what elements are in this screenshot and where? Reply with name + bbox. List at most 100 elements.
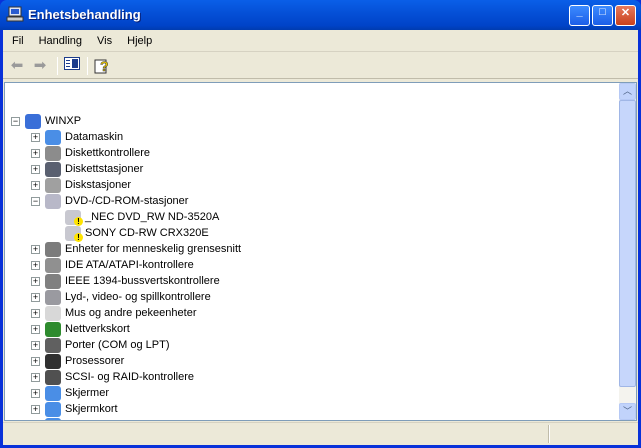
back-arrow-icon[interactable]: ⬅ — [8, 57, 26, 75]
menu-fil[interactable]: Fil — [3, 32, 30, 51]
tree-item-label: Skjermer — [65, 387, 110, 399]
expand-icon[interactable]: + — [31, 180, 40, 190]
ieee1394-icon — [45, 273, 61, 289]
toolbar-separator — [87, 57, 88, 75]
menu-vis[interactable]: Vis — [88, 32, 118, 51]
tree-item[interactable]: + Diskettkontrollere — [31, 145, 150, 161]
tree-item[interactable]: + Lyd-, video- og spillkontrollere — [31, 289, 211, 305]
tree-item[interactable]: − DVD-/CD-ROM-stasjoner — [31, 193, 188, 209]
tree-item-label: Nettverkskort — [65, 323, 130, 335]
collapse-icon[interactable]: − — [31, 196, 40, 206]
status-divider — [548, 425, 550, 443]
tree-item-label: Systemenheter — [65, 419, 139, 420]
expand-icon[interactable]: + — [31, 292, 40, 302]
tree-item[interactable]: + Enheter for menneskelig grensesnitt — [31, 241, 241, 257]
scroll-thumb[interactable] — [619, 100, 636, 387]
tree-item-label: Diskettstasjoner — [65, 163, 144, 175]
help-properties-icon[interactable]: ? — [93, 57, 111, 75]
tree-item[interactable]: + SCSI- og RAID-kontrollere — [31, 369, 194, 385]
title-bar[interactable]: Enhetsbehandling _ □ ✕ — [0, 0, 641, 30]
expand-icon[interactable]: + — [31, 244, 40, 254]
maximize-button[interactable]: □ — [592, 5, 613, 26]
port-icon — [45, 337, 61, 353]
tree-item-label: SONY CD-RW CRX320E — [85, 227, 209, 239]
expand-icon[interactable]: + — [31, 340, 40, 350]
expand-icon[interactable]: + — [31, 308, 40, 318]
expand-icon[interactable]: + — [31, 276, 40, 286]
tree-item[interactable]: + Porter (COM og LPT) — [31, 337, 170, 353]
menu-handling[interactable]: Handling — [30, 32, 88, 51]
tree-item-label: Datamaskin — [65, 131, 124, 143]
tree-item[interactable]: + Mus og andre pekeenheter — [31, 305, 196, 321]
ide-controller-icon — [45, 257, 61, 273]
tree-item-label: DVD-/CD-ROM-stasjoner — [65, 195, 189, 207]
toolbar-separator — [57, 57, 58, 75]
expand-icon[interactable]: + — [31, 324, 40, 334]
expand-icon[interactable]: + — [31, 164, 40, 174]
svg-text:?: ? — [100, 58, 109, 74]
hid-icon — [45, 241, 61, 257]
expand-icon[interactable]: + — [31, 148, 40, 158]
expand-icon[interactable]: + — [31, 132, 40, 142]
menu-bar: Fil Handling Vis Hjelp — [3, 32, 638, 52]
expand-icon[interactable]: + — [31, 356, 40, 366]
tree-item[interactable]: + IDE ATA/ATAPI-kontrollere — [31, 257, 194, 273]
cdrom-icon: ! — [65, 209, 83, 226]
disk-drive-icon — [45, 177, 61, 193]
tree-item[interactable]: ! _NEC DVD_RW ND-3520A — [65, 209, 219, 226]
tree-item-label: WINXP — [45, 115, 82, 127]
tree-item[interactable]: + Datamaskin — [31, 129, 123, 145]
forward-arrow-icon[interactable]: ➡ — [31, 57, 49, 75]
display-adapter-icon — [45, 401, 61, 417]
status-bar — [3, 422, 638, 444]
close-button[interactable]: ✕ — [615, 5, 636, 26]
floppy-controller-icon — [45, 145, 61, 161]
monitor-icon — [45, 385, 61, 401]
window-title: Enhetsbehandling — [28, 7, 141, 22]
sound-icon — [45, 289, 61, 305]
tree-item[interactable]: + Skjermer — [31, 385, 109, 401]
tree-item[interactable]: + Diskstasjoner — [31, 177, 131, 193]
device-tree[interactable]: − WINXP + Datamaskin + Diskettkontrollere + Dis… — [4, 82, 637, 421]
tree-item[interactable]: + Skjermkort — [31, 401, 118, 417]
tree-item[interactable]: + Diskettstasjoner — [31, 161, 143, 177]
expand-icon[interactable]: + — [31, 421, 40, 422]
tree-item[interactable]: + Systemenheter — [31, 417, 139, 422]
computer-icon — [45, 129, 61, 145]
scroll-down-button[interactable]: ﹀ — [619, 403, 636, 420]
tree-item-label: Skjermkort — [65, 403, 118, 415]
computer-management-icon — [6, 6, 24, 22]
show-hide-console-tree-icon[interactable] — [63, 57, 81, 75]
tree-item-label: Diskstasjoner — [65, 179, 132, 191]
tree-item-label: Enheter for menneskelig grensesnitt — [65, 243, 242, 255]
tree-item-label: Lyd-, video- og spillkontrollere — [65, 291, 211, 303]
vertical-scrollbar[interactable]: ︿ ﹀ — [619, 83, 636, 420]
computer-icon — [25, 113, 41, 129]
toolbar: ⬅ ➡ ? — [3, 53, 638, 79]
tree-item[interactable]: − WINXP — [11, 113, 81, 129]
cdrom-icon — [45, 193, 61, 209]
menu-hjelp[interactable]: Hjelp — [118, 32, 158, 51]
tree-item-label: SCSI- og RAID-kontrollere — [65, 371, 194, 383]
scroll-up-button[interactable]: ︿ — [619, 83, 636, 100]
collapse-icon[interactable]: − — [11, 116, 20, 126]
tree-item-label: IDE ATA/ATAPI-kontrollere — [65, 259, 194, 271]
tree-item[interactable]: ! SONY CD-RW CRX320E — [65, 225, 209, 242]
tree-item-label: Diskettkontrollere — [65, 147, 150, 159]
expand-icon[interactable]: + — [31, 388, 40, 398]
network-card-icon — [45, 321, 61, 337]
minimize-button[interactable]: _ — [569, 5, 590, 26]
tree-item[interactable]: + Nettverkskort — [31, 321, 130, 337]
floppy-drive-icon — [45, 161, 61, 177]
tree-item-label: Mus og andre pekeenheter — [65, 307, 197, 319]
mouse-icon — [45, 305, 61, 321]
expand-icon[interactable]: + — [31, 372, 40, 382]
expand-icon[interactable]: + — [31, 260, 40, 270]
tree-item[interactable]: + Prosessorer — [31, 353, 124, 369]
tree-item[interactable]: + IEEE 1394-bussvertskontrollere — [31, 273, 220, 289]
cdrom-icon: ! — [65, 225, 83, 242]
tree-item-label: Prosessorer — [65, 355, 125, 367]
system-devices-icon — [45, 417, 61, 420]
processor-icon — [45, 353, 61, 369]
expand-icon[interactable]: + — [31, 404, 40, 414]
